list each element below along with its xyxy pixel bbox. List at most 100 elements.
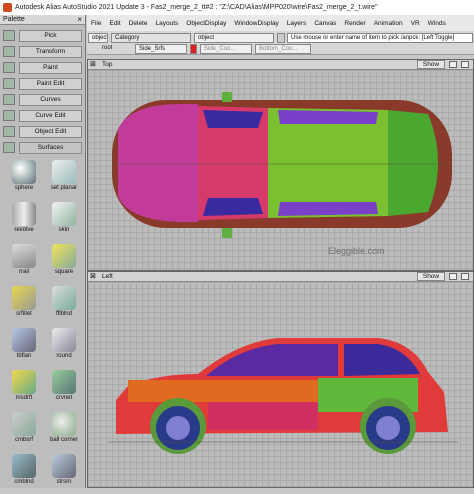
- tool-label: crvnet: [55, 395, 73, 401]
- tbflan-icon: [12, 328, 36, 352]
- rear-surface: [388, 110, 438, 216]
- layer-bottom-coo[interactable]: Bottom_Coo...: [255, 44, 311, 54]
- sphere-tool[interactable]: sphere: [6, 158, 42, 200]
- tool-label: round: [56, 353, 72, 359]
- curves-button[interactable]: Curves: [19, 94, 82, 106]
- rrail-icon: [12, 244, 36, 268]
- crvnet-tool[interactable]: crvnet: [46, 368, 82, 410]
- tab-transform-icon[interactable]: [3, 46, 15, 57]
- tab-surfaces-icon[interactable]: [3, 142, 15, 153]
- ball-corner-icon: [52, 412, 76, 436]
- tab-curves-icon[interactable]: [3, 94, 15, 105]
- surfaces-section-header[interactable]: Surfaces: [19, 142, 82, 154]
- tool-label: fflblnd: [56, 311, 72, 317]
- paint-edit-button[interactable]: Paint Edit: [19, 78, 82, 90]
- app-logo-icon: [3, 3, 12, 12]
- tab-paint-edit-icon[interactable]: [3, 78, 15, 89]
- pick-button[interactable]: Pick: [19, 30, 82, 42]
- srfillet-tool[interactable]: srfillet: [6, 284, 42, 326]
- tab-paint-icon[interactable]: [3, 62, 15, 73]
- strsrn-icon: [52, 454, 76, 478]
- object-edit-button[interactable]: Object Edit: [19, 126, 82, 138]
- skin-icon: [52, 202, 76, 226]
- menu-vr[interactable]: VR: [407, 20, 424, 27]
- msdrft-tool[interactable]: msdrft: [6, 368, 42, 410]
- layer-color-swatch[interactable]: [190, 44, 197, 54]
- set-planar-icon: [52, 160, 76, 184]
- menu-layers[interactable]: Layers: [283, 20, 311, 27]
- cmbsrf-tool[interactable]: cmbsrf: [6, 410, 42, 452]
- layer-side-coo[interactable]: Side_Coo...: [200, 44, 252, 54]
- revolve-tool[interactable]: revolve: [6, 200, 42, 242]
- tool-label: cmbsrf: [15, 437, 33, 443]
- tab-pick-icon[interactable]: [3, 30, 15, 41]
- menu-objectdisplay[interactable]: ObjectDisplay: [182, 20, 230, 27]
- object-label: object: [88, 33, 108, 43]
- menu-file[interactable]: File: [87, 20, 105, 27]
- tab-curve-edit-icon[interactable]: [3, 110, 15, 121]
- ball-corner-tool[interactable]: ball corner: [46, 410, 82, 452]
- car-side-view: [108, 338, 458, 454]
- tbflan-tool[interactable]: tbflan: [6, 326, 42, 368]
- maximize-icon[interactable]: [449, 61, 457, 68]
- category-dropdown[interactable]: Category: [111, 33, 191, 43]
- paint-button[interactable]: Paint: [19, 62, 82, 74]
- crvnet-icon: [52, 370, 76, 394]
- menu-edit[interactable]: Edit: [105, 20, 124, 27]
- show-button[interactable]: Show: [417, 272, 445, 281]
- layer-label: Bottom_Coo...: [259, 46, 298, 52]
- palette-header: Palette ×: [0, 15, 85, 25]
- menu-windowdisplay[interactable]: WindowDisplay: [230, 20, 282, 27]
- top-viewport[interactable]: ⊠ Top Show Eleggible.com: [87, 59, 474, 271]
- object-field[interactable]: object: [194, 33, 274, 43]
- curve-edit-button[interactable]: Curve Edit: [19, 110, 82, 122]
- control-bar: object Category object Use mouse or ente…: [87, 31, 474, 55]
- menu-canvas[interactable]: Canvas: [310, 20, 340, 27]
- fflblnd-icon: [52, 286, 76, 310]
- skin-tool[interactable]: skin: [46, 200, 82, 242]
- fflblnd-tool[interactable]: fflblnd: [46, 284, 82, 326]
- palette-panel: Palette × Pick Transform Paint Paint Edi…: [0, 15, 86, 488]
- set-planar-tool[interactable]: set planar: [46, 158, 82, 200]
- menu-layouts[interactable]: Layouts: [151, 20, 182, 27]
- cmbsrf-icon: [12, 412, 36, 436]
- close-icon[interactable]: ×: [77, 15, 82, 24]
- root-layer[interactable]: root: [99, 44, 129, 54]
- transform-button[interactable]: Transform: [19, 46, 82, 58]
- close-view-icon[interactable]: ⊠: [90, 272, 96, 280]
- tool-label: ball corner: [49, 437, 78, 443]
- square-tool[interactable]: square: [46, 242, 82, 284]
- grid-canvas[interactable]: [88, 282, 473, 487]
- menu-windows[interactable]: Winds: [424, 20, 450, 27]
- left-viewport[interactable]: ⊠ Left Show: [87, 271, 474, 488]
- window-left: [203, 110, 263, 128]
- tool-label: skin: [58, 227, 70, 233]
- layer-side-srfs[interactable]: Side_Srfs: [135, 44, 187, 54]
- maximize-icon[interactable]: [449, 273, 457, 280]
- roof-surface: [268, 108, 388, 218]
- side-window-bottom: [278, 202, 378, 216]
- tool-label: sphere: [14, 185, 34, 191]
- lock-icon[interactable]: [277, 33, 285, 43]
- restore-icon[interactable]: [461, 273, 469, 280]
- top-view-bar: ⊠ Top Show: [88, 60, 473, 70]
- left-view-bar: ⊠ Left Show: [88, 272, 473, 282]
- tab-object-edit-icon[interactable]: [3, 126, 15, 137]
- grid-canvas[interactable]: Eleggible.com: [88, 70, 473, 270]
- tool-label: rrail: [19, 269, 29, 275]
- rrail-tool[interactable]: rrail: [6, 242, 42, 284]
- menu-animation[interactable]: Animation: [370, 20, 407, 27]
- tool-label: srfillet: [16, 311, 32, 317]
- srfillet-icon: [12, 286, 36, 310]
- tool-label: msdrft: [15, 395, 33, 401]
- round-tool[interactable]: round: [46, 326, 82, 368]
- tool-label: set planar: [50, 185, 78, 191]
- hood-surface: [118, 104, 198, 222]
- menu-delete[interactable]: Delete: [125, 20, 152, 27]
- restore-icon[interactable]: [461, 61, 469, 68]
- menu-render[interactable]: Render: [340, 20, 369, 27]
- prompt-line[interactable]: Use mouse or enter name of item to pick …: [287, 33, 473, 43]
- close-view-icon[interactable]: ⊠: [90, 60, 96, 68]
- front-rim: [166, 416, 190, 440]
- show-button[interactable]: Show: [417, 60, 445, 69]
